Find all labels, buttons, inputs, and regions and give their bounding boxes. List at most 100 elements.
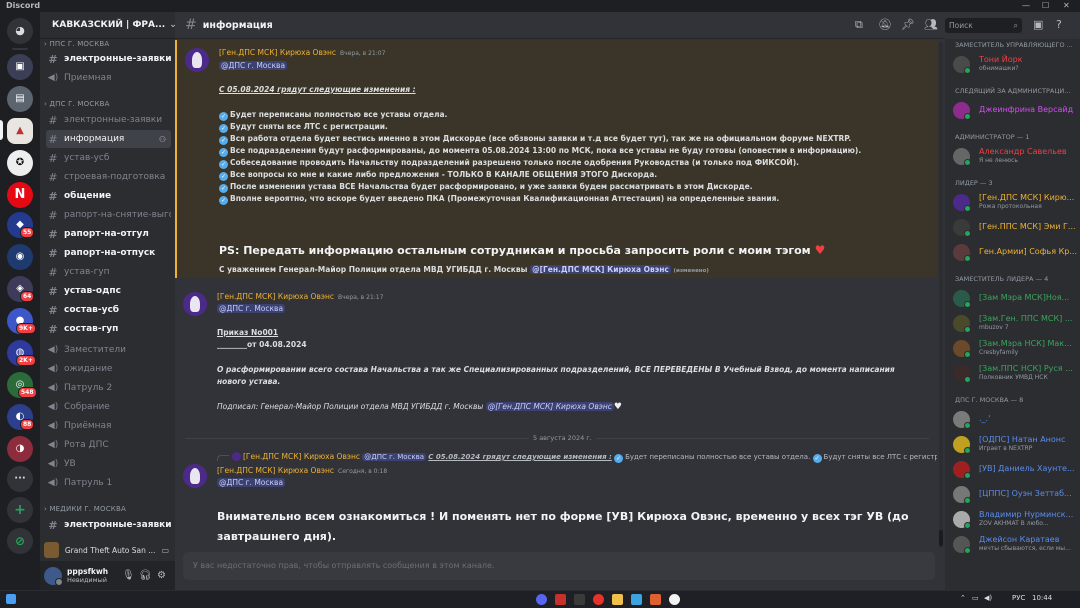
screen-share-icon[interactable]: ▭ xyxy=(161,546,169,555)
maximize-icon[interactable]: ☐ xyxy=(1042,0,1049,12)
voice-channel-item[interactable]: ◀) Собрание xyxy=(46,398,171,416)
threads-icon[interactable]: ⧉ xyxy=(855,18,863,32)
microphone-icon[interactable]: 🎙︎ xyxy=(122,570,135,581)
reply-reference[interactable]: [Ген.ДПС МСК] Кирюха Овэнс @ДПС г. Москв… xyxy=(217,452,937,463)
voice-channel-item[interactable]: ◀) Приёмная xyxy=(46,417,171,435)
member-item[interactable]: [Зам Мэра МСК]Ноя... xyxy=(953,287,1080,309)
notification-bell-icon[interactable]: 🔕︎ xyxy=(878,18,892,31)
taskbar-app-icon[interactable] xyxy=(650,594,661,605)
add-server-icon[interactable]: + xyxy=(7,497,33,523)
role-mention[interactable]: @ДПС г. Москва xyxy=(219,61,288,70)
taskbar-app-icon[interactable] xyxy=(574,594,585,605)
member-item[interactable]: ._.' xyxy=(953,408,1080,430)
server-icon[interactable]: N xyxy=(7,182,33,208)
member-list-icon[interactable]: 👥︎ xyxy=(924,18,938,31)
taskbar-app-icon[interactable] xyxy=(555,594,566,605)
network-icon[interactable]: ▭ xyxy=(972,594,979,602)
taskbar-folder-icon[interactable] xyxy=(612,594,623,605)
channel-item[interactable]: # электронные-заявки xyxy=(46,516,171,534)
server-icon[interactable]: ◑ xyxy=(7,436,33,462)
volume-icon[interactable]: ◀) xyxy=(984,594,992,602)
minimize-icon[interactable]: — xyxy=(1022,0,1030,12)
server-icon[interactable]: ◉ xyxy=(7,244,33,270)
voice-channel-item[interactable]: ◀) УВ xyxy=(46,455,171,473)
headphones-icon[interactable]: 🎧︎ xyxy=(139,570,152,581)
voice-channel-item[interactable]: ◀) Приемная xyxy=(46,69,171,87)
member-item[interactable]: Ген.Армии] Софья Кр... xyxy=(953,241,1080,263)
member-item[interactable]: Джеинфрина Версайд xyxy=(953,99,1080,121)
voice-channel-item[interactable]: ◀) ожидание xyxy=(46,360,171,378)
server-header[interactable]: КАВКАЗСКИЙ | ФРА... ⌄ xyxy=(40,12,175,39)
channel-item[interactable]: # рапорт-на-отгул xyxy=(46,225,171,243)
member-item[interactable]: [Зам.Ген. ППС МСК] ... mbuzov 7 xyxy=(953,312,1080,334)
member-item[interactable]: [ЦППС] Оуэн Зеттаб... xyxy=(953,483,1080,505)
channel-item[interactable]: # состав-гуп xyxy=(46,320,171,338)
member-item[interactable]: [ОДПС] Натан Анонс Играет в NEXTRP xyxy=(953,433,1080,455)
server-folder-icon[interactable]: ··· xyxy=(7,466,33,492)
pin-icon[interactable]: 📌︎ xyxy=(901,18,915,31)
channel-item[interactable]: # электронные-заявки xyxy=(46,111,171,129)
channel-item[interactable]: # устав-гуп xyxy=(46,263,171,281)
member-item[interactable]: [УВ] Даниель Хаунте... xyxy=(953,458,1080,480)
member-item[interactable]: [Ген.ДПС МСК] Кирю... Рожа протокольная xyxy=(953,191,1080,213)
channel-item[interactable]: # состав-усб xyxy=(46,301,171,319)
explore-servers-icon[interactable]: ⊘ xyxy=(7,528,33,554)
channel-item[interactable]: # устав-усб xyxy=(46,149,171,167)
role-mention[interactable]: @ДПС г. Москва xyxy=(217,478,286,487)
channel-item[interactable]: # устав-одпс xyxy=(46,282,171,300)
channel-item[interactable]: # рапорт-на-снятие-выго... xyxy=(46,206,171,224)
member-item[interactable]: [Зам.ППС НСК] Руся ... Полковник УМВД НСК xyxy=(953,362,1080,384)
activity-status[interactable]: Grand Theft Auto San ... ▭ xyxy=(40,539,175,561)
taskbar-discord-icon[interactable] xyxy=(536,594,547,605)
message-author[interactable]: [Ген.ДПС МСК] Кирюха Овэнс xyxy=(219,48,336,57)
help-icon[interactable]: ? xyxy=(1056,18,1062,31)
server-icon[interactable]: ▤ xyxy=(7,86,33,112)
avatar[interactable] xyxy=(44,566,63,586)
channel-item[interactable]: # строевая-подготовка xyxy=(46,168,171,186)
member-item[interactable]: [Зам.Мэра НСК] Мак... Cresbyfamily xyxy=(953,337,1080,359)
member-item[interactable]: [Ген.ППС МСК] Эми Г... xyxy=(953,216,1080,238)
input-language[interactable]: РУС xyxy=(1012,594,1025,602)
discord-home-icon[interactable]: ◕ xyxy=(7,18,33,44)
close-icon[interactable]: ✕ xyxy=(1063,0,1070,12)
chat-scrollbar[interactable] xyxy=(939,42,943,548)
user-mention[interactable]: @[Ген.ДПС МСК] Кирюха Овэнс xyxy=(530,265,671,274)
clock[interactable]: 10:44 xyxy=(1032,594,1052,602)
voice-channel-item[interactable]: ◀) Патруль 2 xyxy=(46,379,171,397)
category-dps-moscow[interactable]: › ДПС Г. МОСКВА xyxy=(44,100,110,108)
start-icon[interactable] xyxy=(6,594,16,604)
member-item[interactable]: Тони Йорк обнимашки? xyxy=(953,53,1080,75)
avatar[interactable] xyxy=(183,464,207,488)
settings-gear-icon[interactable]: ⚙ xyxy=(157,570,166,581)
channel-item[interactable]: # электронные-заявки xyxy=(46,50,171,68)
inbox-icon[interactable]: ▣ xyxy=(1033,18,1043,31)
add-member-icon[interactable]: ⚇ xyxy=(159,135,166,144)
voice-channel-item[interactable]: ◀) Заместители xyxy=(46,341,171,359)
taskbar-app-icon[interactable] xyxy=(631,594,642,605)
server-icon[interactable]: ✪ xyxy=(7,150,33,176)
channel-item-active[interactable]: # информация ⚇ xyxy=(46,130,171,148)
member-item[interactable]: Владимир Нурминск... ZOV AKHMAT В любо... xyxy=(953,508,1080,530)
user-mention[interactable]: @[Ген.ДПС МСК] Кирюха Овэнс xyxy=(485,402,614,411)
voice-channel-item[interactable]: ◀) Патруль 1 xyxy=(46,474,171,492)
server-icon[interactable]: ▣ xyxy=(7,54,33,80)
channel-item[interactable]: # рапорт-на-отпуск xyxy=(46,244,171,262)
avatar[interactable] xyxy=(185,48,209,72)
role-mention[interactable]: @ДПС г. Москва xyxy=(217,304,286,313)
taskbar-browser-icon[interactable] xyxy=(669,594,680,605)
server-icon-active[interactable]: ▲ xyxy=(7,118,33,144)
message-author[interactable]: [Ген.ДПС МСК] Кирюха Овэнс xyxy=(217,466,334,475)
member-item[interactable]: Александр Савельев Я не ленюсь xyxy=(953,145,1080,167)
channel-item[interactable]: # общение xyxy=(46,187,171,205)
tray-chevron-icon[interactable]: ⌃ xyxy=(960,594,966,602)
taskbar-app-icon[interactable] xyxy=(593,594,604,605)
category-pps-moscow[interactable]: › ППС Г. МОСКВА xyxy=(44,40,109,48)
scrollbar-thumb[interactable] xyxy=(939,530,943,546)
search-input[interactable]: Поиск ⌕ xyxy=(945,18,1022,33)
member-group-header: ЛИДЕР — 3 xyxy=(955,179,993,187)
message-author[interactable]: [Ген.ДПС МСК] Кирюха Овэнс xyxy=(217,292,334,301)
avatar[interactable] xyxy=(183,292,207,316)
category-medics-moscow[interactable]: › МЕДИКИ Г. МОСКВА xyxy=(44,505,126,513)
voice-channel-item[interactable]: ◀) Рота ДПС xyxy=(46,436,171,454)
member-item[interactable]: Джейсон Каратаев мечты сбываются, если мы… xyxy=(953,533,1080,555)
